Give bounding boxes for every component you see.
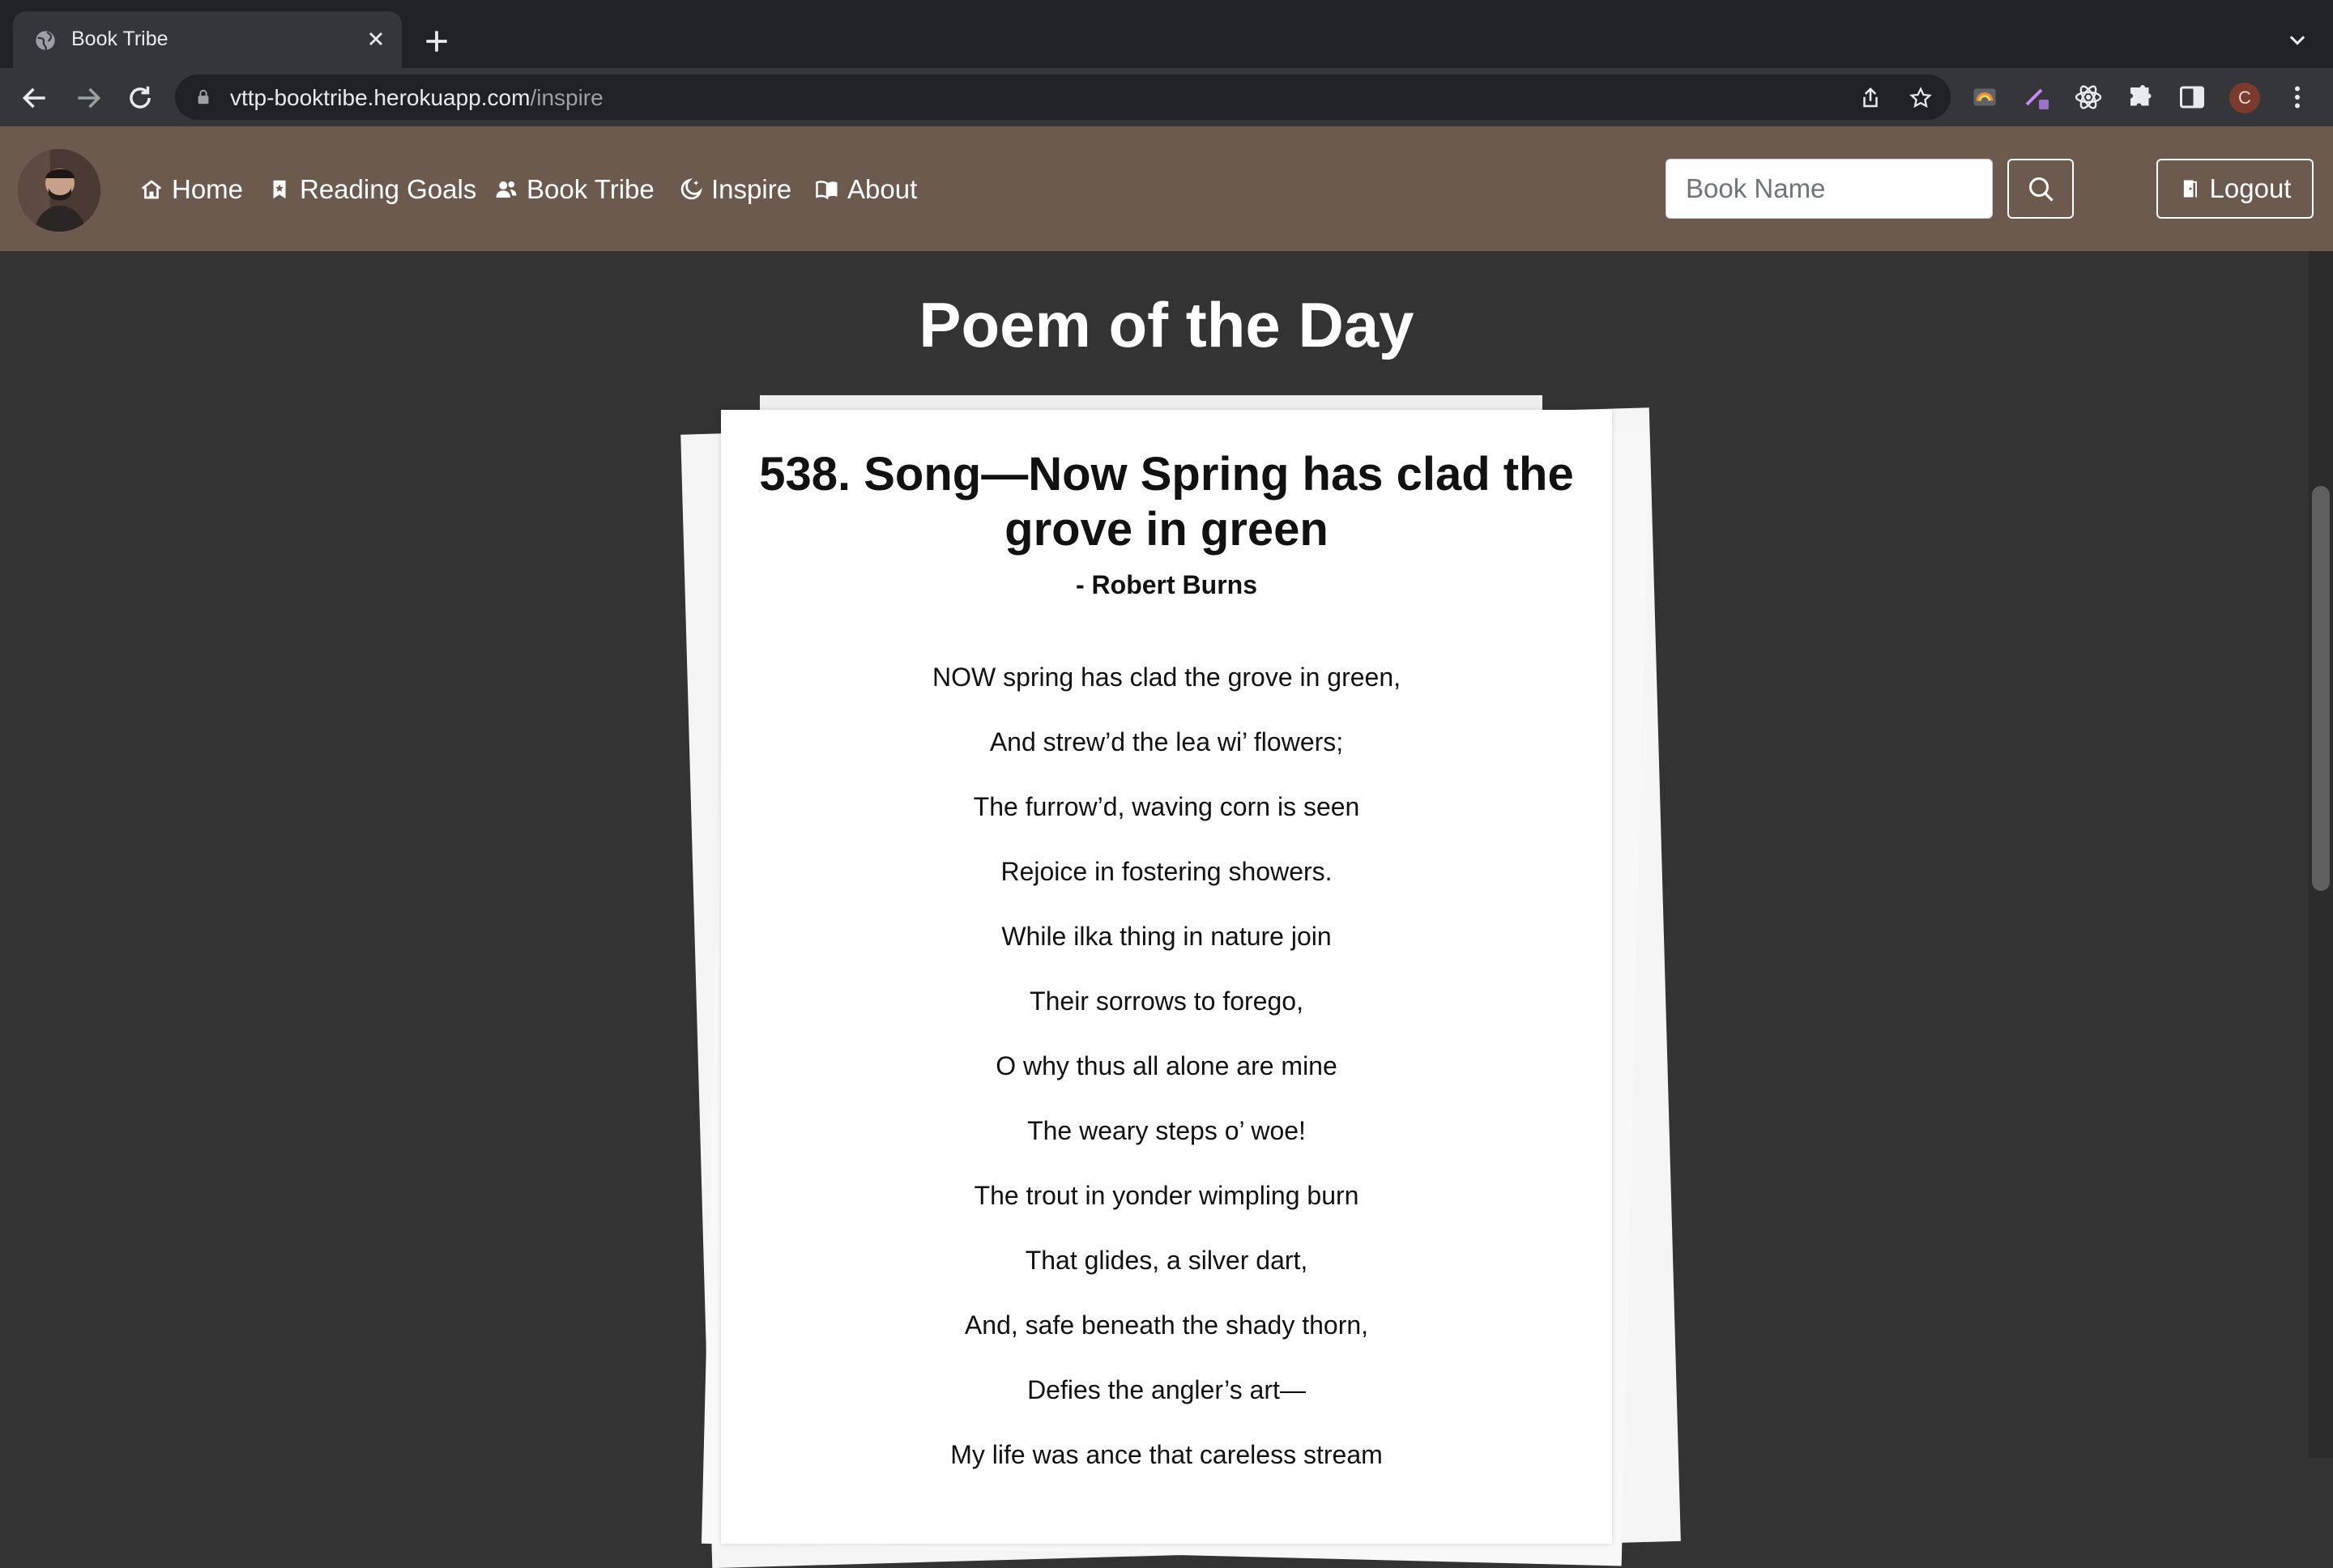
reload-icon[interactable] bbox=[125, 83, 156, 113]
book-open-icon bbox=[816, 181, 838, 200]
logout-label: Logout bbox=[2209, 173, 2292, 203]
search-button[interactable] bbox=[2007, 159, 2074, 219]
site-navbar: Home Reading Goals Book Tribe Inspire Ab… bbox=[0, 126, 2333, 251]
browser-tab[interactable]: Book Tribe bbox=[13, 11, 402, 68]
address-bar[interactable]: vttp-booktribe.herokuapp.com/inspire bbox=[175, 75, 1951, 120]
logout-button[interactable]: Logout bbox=[2156, 159, 2314, 219]
poem-body: NOW spring has clad the grove in green, … bbox=[721, 653, 1612, 1495]
poem-line: Defies the angler’s art— bbox=[1027, 1375, 1306, 1404]
poem-line: Rejoice in fostering showers. bbox=[1000, 857, 1333, 886]
poem-line: O why thus all alone are mine bbox=[996, 1051, 1337, 1080]
book-search-input[interactable] bbox=[1666, 159, 1993, 219]
profile-avatar[interactable]: C bbox=[2229, 83, 2260, 113]
url-text: vttp-booktribe.herokuapp.com/inspire bbox=[230, 85, 604, 111]
browser-tab-strip: Book Tribe bbox=[0, 0, 2333, 68]
nav-link-label: Reading Goals bbox=[300, 174, 477, 204]
nav-link-label: Home bbox=[172, 174, 244, 204]
puzzle-extensions-icon[interactable] bbox=[2126, 83, 2155, 112]
new-tab-plus-icon[interactable] bbox=[421, 26, 452, 57]
poem-line: That glides, a silver dart, bbox=[1025, 1246, 1308, 1275]
forward-arrow-icon[interactable] bbox=[73, 83, 104, 113]
moon-stars-icon bbox=[680, 178, 702, 200]
poem-title: 538. Song—Now Spring has clad the grove … bbox=[759, 448, 1574, 556]
url-host: vttp-booktribe.herokuapp.com bbox=[230, 85, 531, 110]
chevron-down-icon[interactable] bbox=[2284, 29, 2310, 52]
extension-rainbow-icon[interactable] bbox=[1970, 83, 1999, 112]
nav-link-reading-goals[interactable]: Reading Goals bbox=[267, 172, 476, 207]
poem-author: - Robert Burns bbox=[1076, 570, 1257, 599]
share-icon[interactable] bbox=[1858, 86, 1883, 110]
globe-icon bbox=[36, 31, 55, 51]
page-title: Poem of the Day bbox=[919, 289, 1414, 360]
side-panel-icon[interactable] bbox=[2177, 83, 2207, 112]
poem-line: Their sorrows to forego, bbox=[1030, 986, 1303, 1016]
people-icon bbox=[496, 181, 517, 198]
nav-link-label: About bbox=[847, 174, 918, 204]
poem-line: My life was ance that careless stream bbox=[950, 1440, 1383, 1469]
poem-line: NOW spring has clad the grove in green, bbox=[932, 663, 1401, 692]
person-photo-icon bbox=[18, 149, 100, 232]
back-arrow-icon[interactable] bbox=[19, 83, 50, 113]
lock-icon[interactable] bbox=[194, 87, 212, 107]
scrollbar-thumb[interactable] bbox=[2312, 486, 2330, 891]
kebab-menu-icon[interactable] bbox=[2283, 83, 2312, 112]
react-devtools-icon[interactable] bbox=[2074, 83, 2103, 112]
poem-line: The weary steps o’ woe! bbox=[1027, 1116, 1306, 1145]
poem-card: 538. Song—Now Spring has clad the grove … bbox=[721, 410, 1612, 1544]
nav-link-book-tribe[interactable]: Book Tribe bbox=[494, 172, 655, 207]
nav-link-label: Book Tribe bbox=[527, 174, 655, 204]
door-icon bbox=[2183, 180, 2197, 198]
nav-link-inspire[interactable]: Inspire bbox=[679, 172, 791, 207]
nav-link-label: Inspire bbox=[711, 174, 792, 204]
close-icon[interactable] bbox=[365, 28, 387, 50]
url-path: /inspire bbox=[530, 85, 604, 110]
poem-line: And strew’d the lea wi’ flowers; bbox=[989, 727, 1344, 756]
poem-line: While ilka thing in nature join bbox=[1001, 922, 1332, 951]
browser-toolbar: vttp-booktribe.herokuapp.com/inspire C bbox=[0, 68, 2333, 126]
extension-pen-icon[interactable] bbox=[2022, 83, 2051, 112]
nav-link-about[interactable]: About bbox=[815, 172, 917, 207]
browser-tab-title: Book Tribe bbox=[71, 28, 168, 50]
search-icon bbox=[2029, 177, 2054, 202]
nav-link-home[interactable]: Home bbox=[139, 172, 243, 207]
poem-line: And, safe beneath the shady thorn, bbox=[964, 1310, 1369, 1340]
user-avatar[interactable] bbox=[18, 149, 100, 232]
bookmark-icon bbox=[273, 180, 286, 199]
star-bookmark-icon[interactable] bbox=[1909, 86, 1933, 110]
house-icon bbox=[141, 180, 162, 199]
poem-line: The trout in yonder wimpling burn bbox=[974, 1181, 1359, 1210]
poem-line: The furrow’d, waving corn is seen bbox=[973, 792, 1360, 821]
